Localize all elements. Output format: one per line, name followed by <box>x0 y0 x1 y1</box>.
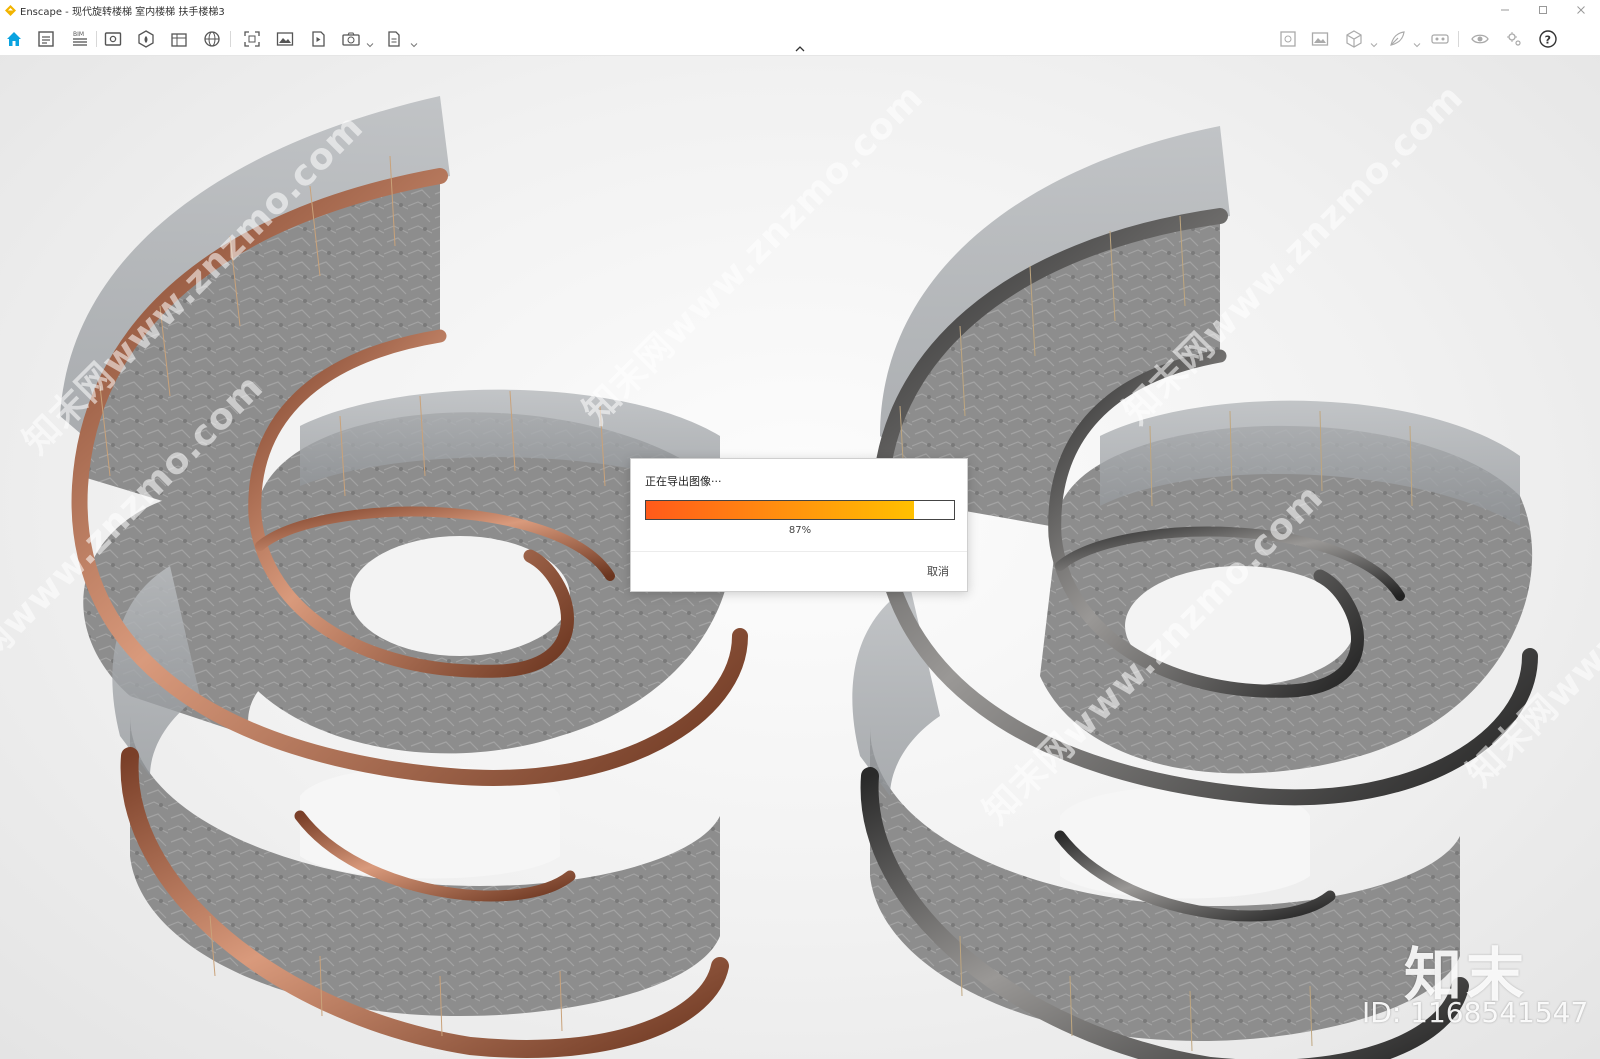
chevron-down-icon[interactable] <box>1413 34 1421 48</box>
video-icon[interactable] <box>306 27 330 51</box>
screenshot-icon[interactable] <box>240 27 264 51</box>
window-controls <box>1486 0 1600 20</box>
progress-percent: 87% <box>788 525 812 536</box>
export-progress-dialog: 正在导出图像··· 87% 取消 <box>630 458 968 592</box>
close-icon[interactable] <box>1562 0 1600 20</box>
map-icon[interactable] <box>1276 27 1300 51</box>
settings-icon[interactable] <box>1502 27 1526 51</box>
file-panel-icon[interactable] <box>34 27 58 51</box>
dialog-divider <box>631 551 967 552</box>
dialog-title: 正在导出图像··· <box>645 475 722 488</box>
toolbar-separator <box>1458 31 1459 47</box>
asset-library-icon[interactable] <box>134 27 158 51</box>
home-icon[interactable] <box>2 27 26 51</box>
vr-headset-icon[interactable] <box>1428 27 1452 51</box>
view-icon[interactable] <box>101 27 125 51</box>
chevron-down-icon[interactable] <box>1370 34 1378 48</box>
watermark-id: ID: 1168541547 <box>1362 996 1589 1029</box>
svg-text:?: ? <box>1545 33 1551 46</box>
globe-icon[interactable] <box>200 27 224 51</box>
export-icon[interactable] <box>339 27 363 51</box>
enscape-logo-icon <box>4 4 16 16</box>
toolbar-separator <box>230 31 231 47</box>
material-icon[interactable] <box>167 27 191 51</box>
box-icon[interactable] <box>1342 27 1366 51</box>
progress-bar <box>645 500 955 520</box>
chevron-down-icon[interactable] <box>410 34 418 48</box>
window-title: Enscape - 现代旋转楼梯 室内楼梯 扶手楼梯3 <box>20 6 225 18</box>
chevron-up-icon[interactable] <box>792 43 808 55</box>
title-bar: Enscape - 现代旋转楼梯 室内楼梯 扶手楼梯3 <box>0 0 1600 20</box>
visual-settings-icon[interactable] <box>1468 27 1492 51</box>
svg-text:BIM: BIM <box>73 31 84 38</box>
cancel-button[interactable]: 取消 <box>927 563 949 579</box>
photo-icon[interactable] <box>1308 27 1332 51</box>
maximize-icon[interactable] <box>1524 0 1562 20</box>
image-icon[interactable] <box>273 27 297 51</box>
toolbar-separator <box>96 31 97 47</box>
help-icon[interactable]: ? <box>1536 27 1560 51</box>
minimize-icon[interactable] <box>1486 0 1524 20</box>
chevron-down-icon[interactable] <box>366 34 374 48</box>
batch-icon[interactable] <box>382 27 406 51</box>
feather-icon[interactable] <box>1385 27 1409 51</box>
bim-icon[interactable]: BIM <box>68 27 92 51</box>
progress-fill <box>646 501 914 519</box>
